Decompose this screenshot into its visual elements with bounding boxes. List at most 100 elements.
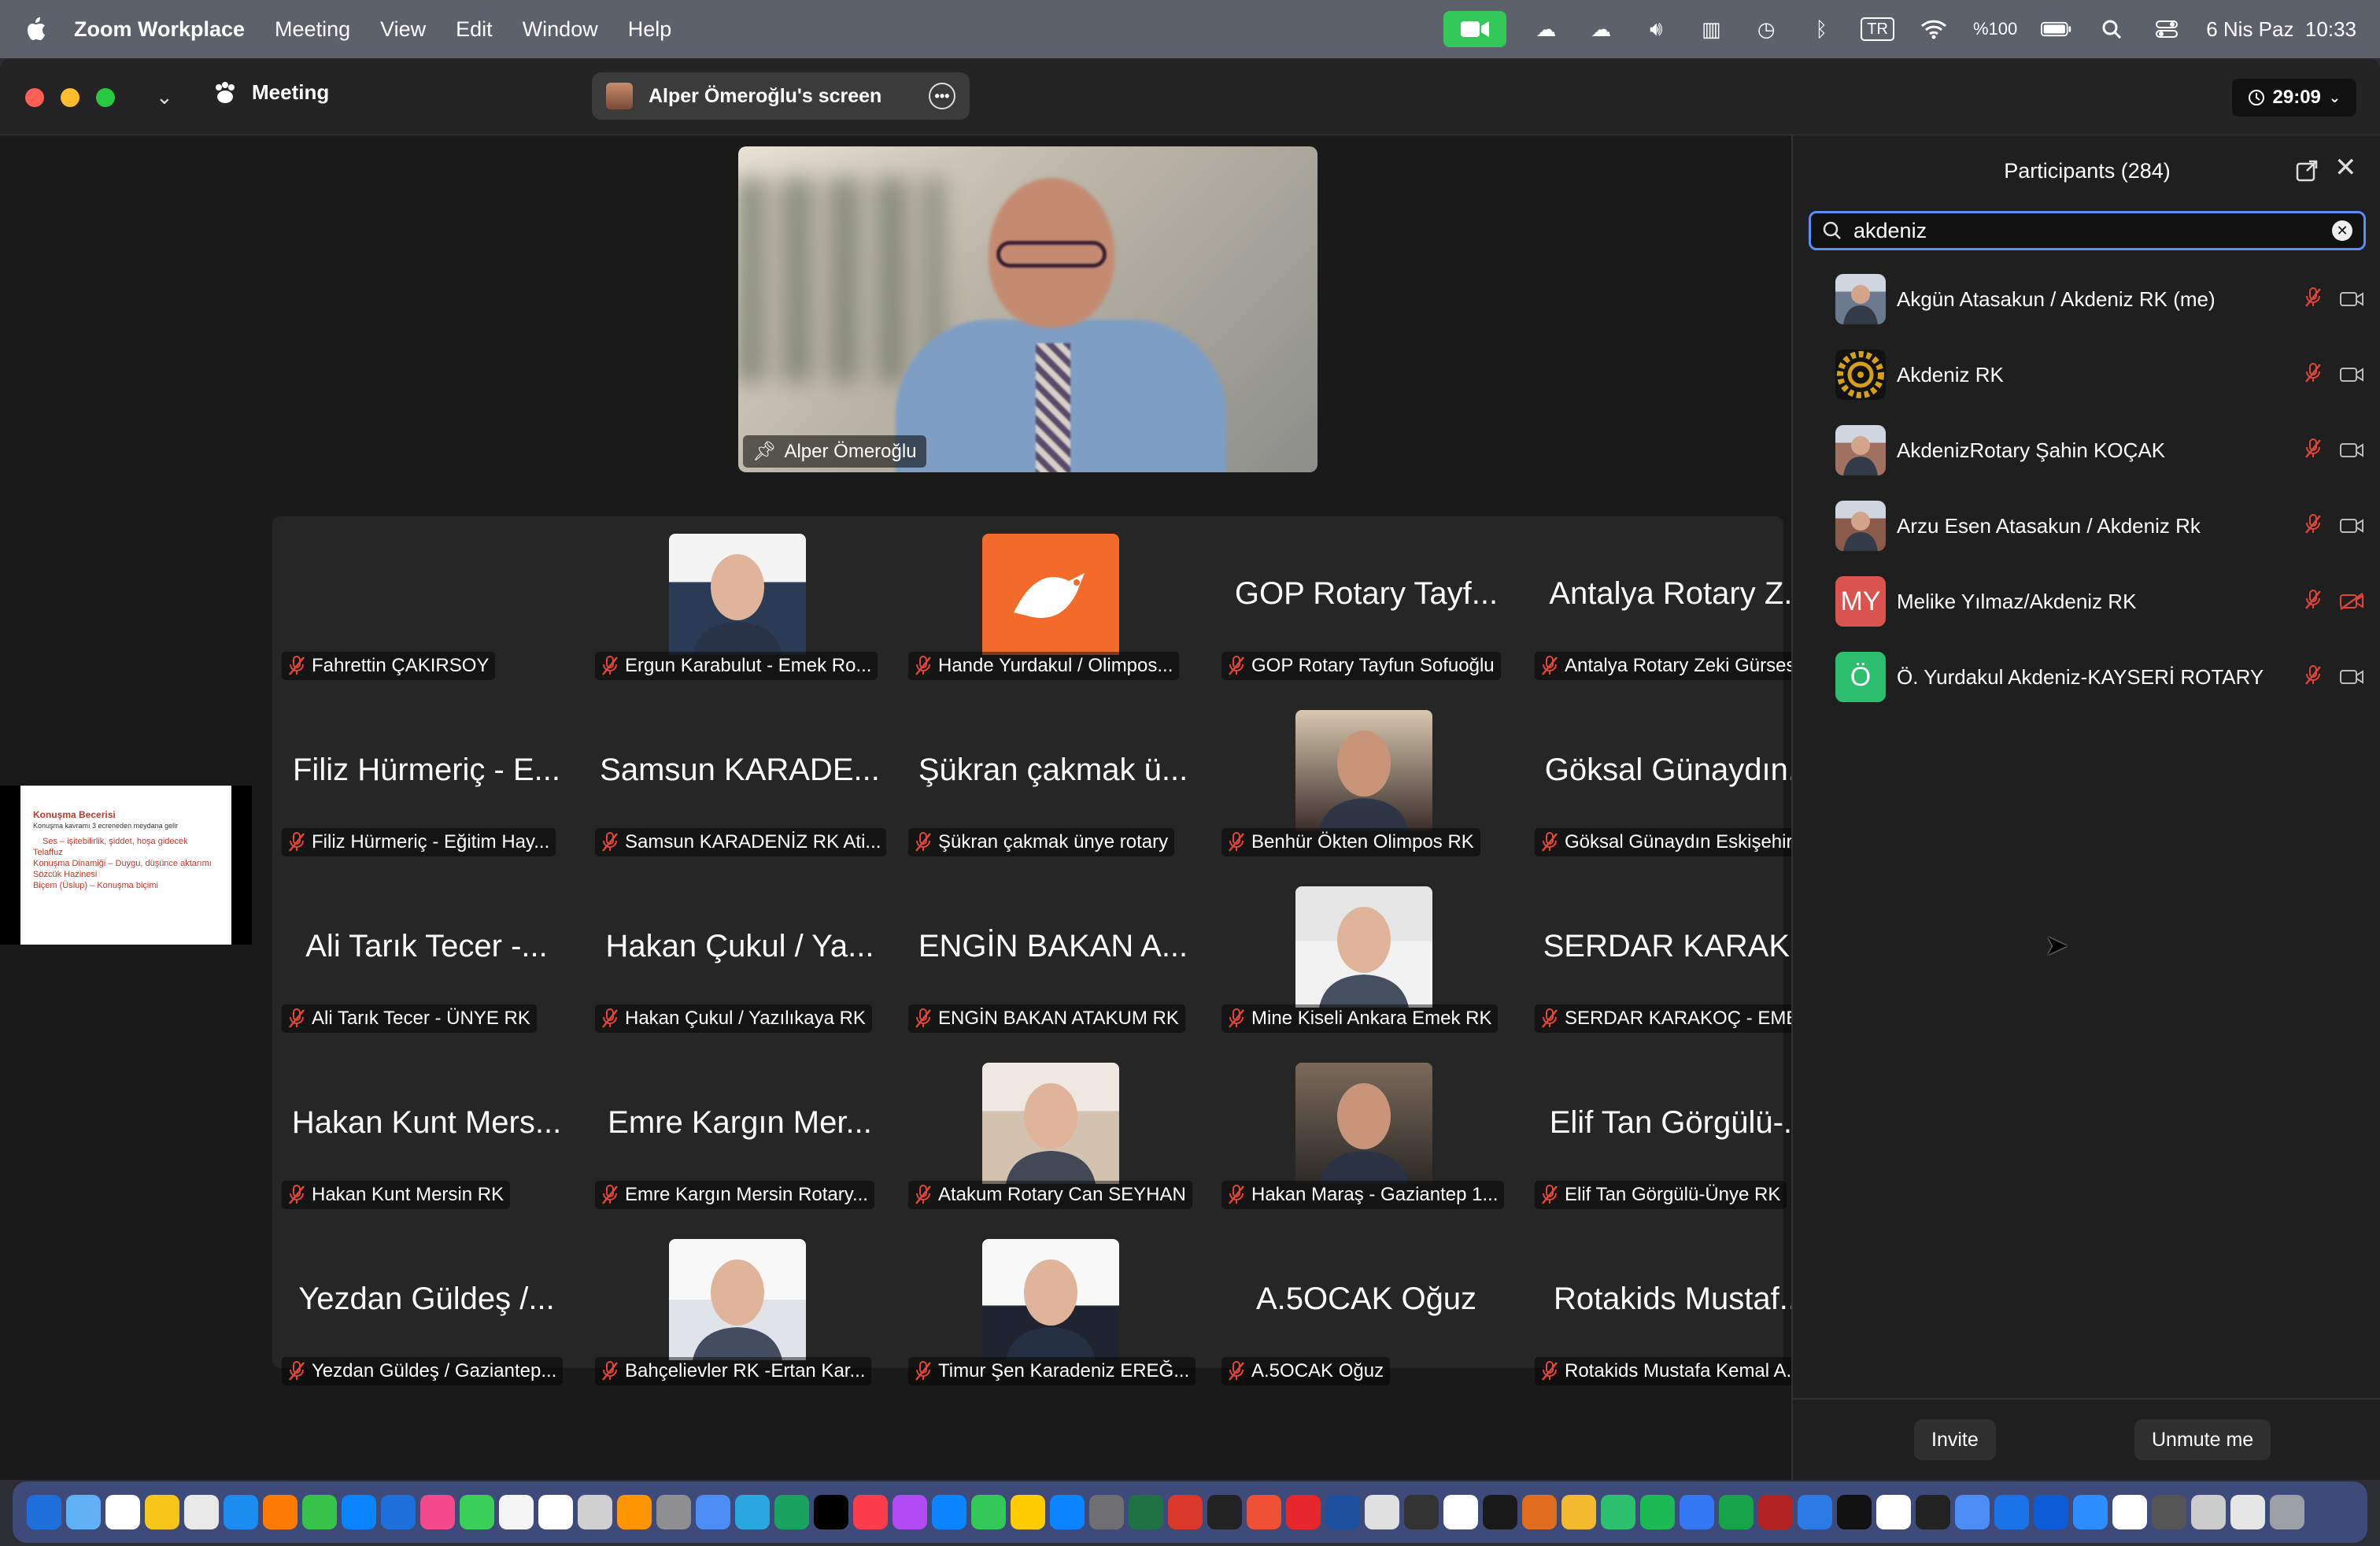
time-machine-icon[interactable]: ◷ xyxy=(1750,17,1782,41)
cloud-icon[interactable]: ☁ xyxy=(1530,17,1561,41)
menu-meeting[interactable]: Meeting xyxy=(275,17,350,42)
dock-app-icon[interactable] xyxy=(932,1495,966,1529)
participant-tile[interactable]: Ali Tarık Tecer -... Ali Tarık Tecer - ÜN… xyxy=(275,872,578,1042)
pop-out-icon[interactable] xyxy=(2295,159,2319,183)
dock-app-icon[interactable] xyxy=(1601,1495,1635,1529)
dock-app-icon[interactable] xyxy=(1089,1495,1124,1529)
clock[interactable]: 6 Nis Paz 10:33 xyxy=(2206,17,2356,42)
close-window-button[interactable] xyxy=(25,88,44,107)
participant-row[interactable]: Ö Ö. Yurdakul Akdeniz-KAYSERİ ROTARY xyxy=(1793,639,2380,715)
participant-row[interactable]: AkdenizRotary Şahin KOÇAK xyxy=(1793,412,2380,488)
participant-tile[interactable]: Hande Yurdakul / Olimpos... xyxy=(902,520,1204,690)
dock-app-icon[interactable] xyxy=(1247,1495,1281,1529)
invite-button[interactable]: Invite xyxy=(1914,1419,1996,1460)
dock-app-icon[interactable] xyxy=(1994,1495,2029,1529)
dock-app-icon[interactable] xyxy=(1011,1495,1045,1529)
dock-app-icon[interactable] xyxy=(1325,1495,1360,1529)
camera-off-icon[interactable] xyxy=(2339,592,2364,616)
menu-view[interactable]: View xyxy=(380,17,426,42)
dock-app-icon[interactable] xyxy=(2230,1495,2265,1529)
participant-tile[interactable]: Antalya Rotary Z... Antalya Rotary Zeki G… xyxy=(1528,520,1831,690)
participant-search[interactable]: ✕ xyxy=(1809,211,2366,250)
dock-app-icon[interactable] xyxy=(499,1495,534,1529)
menu-app-name[interactable]: Zoom Workplace xyxy=(74,17,245,42)
mic-muted-icon[interactable] xyxy=(2304,287,2322,314)
participant-tile[interactable]: Emre Kargın Mer... Emre Kargın Mersin Rot… xyxy=(589,1049,891,1219)
dock-app-icon[interactable] xyxy=(1168,1495,1203,1529)
dock-app-icon[interactable] xyxy=(971,1495,1006,1529)
camera-icon[interactable] xyxy=(2339,441,2364,465)
bluetooth-icon[interactable]: ᛒ xyxy=(1805,17,1837,41)
screen-share-indicator[interactable]: Alper Ömeroğlu's screen ••• xyxy=(592,72,970,120)
participant-tile[interactable]: Bahçelievler RK -Ertan Kar... xyxy=(589,1225,891,1395)
dock-app-icon[interactable] xyxy=(1916,1495,1950,1529)
menu-window[interactable]: Window xyxy=(523,17,598,42)
participant-tile[interactable]: Mine Kiseli Ankara Emek RK xyxy=(1215,872,1517,1042)
mic-muted-icon[interactable] xyxy=(2304,438,2322,465)
participant-tile[interactable]: Göksal Günaydın... Göksal Günaydın Eskişe… xyxy=(1528,696,1831,866)
meeting-timer[interactable]: 29:09 ⌄ xyxy=(2231,79,2356,117)
dock-app-icon[interactable] xyxy=(2270,1495,2304,1529)
dock-app-icon[interactable] xyxy=(2073,1495,2108,1529)
dock-app-icon[interactable] xyxy=(1719,1495,1754,1529)
dock-app-icon[interactable] xyxy=(1522,1495,1557,1529)
unmute-me-button[interactable]: Unmute me xyxy=(2134,1419,2271,1460)
mic-muted-icon[interactable] xyxy=(2304,513,2322,541)
dock-app-icon[interactable] xyxy=(853,1495,888,1529)
minimize-window-button[interactable] xyxy=(61,88,79,107)
participant-row[interactable]: Akgün Atasakun / Akdeniz RK (me) xyxy=(1793,261,2380,337)
zoom-status-icon[interactable] xyxy=(1443,11,1507,47)
participant-tile[interactable]: Elif Tan Görgülü-... Elif Tan Görgülü-Üny… xyxy=(1528,1049,1831,1219)
camera-icon[interactable] xyxy=(2339,365,2364,390)
participant-row[interactable]: Arzu Esen Atasakun / Akdeniz Rk xyxy=(1793,488,2380,564)
dock-app-icon[interactable] xyxy=(1876,1495,1911,1529)
keyboard-meter-icon[interactable]: ▥ xyxy=(1695,17,1727,41)
dock-app-icon[interactable] xyxy=(302,1495,337,1529)
dock-app-icon[interactable] xyxy=(1286,1495,1321,1529)
dock-app-icon[interactable] xyxy=(1955,1495,1990,1529)
camera-icon[interactable] xyxy=(2339,516,2364,541)
participant-tile[interactable]: Yezdan Güldeş /... Yezdan Güldeş / Gazian… xyxy=(275,1225,578,1395)
dock-app-icon[interactable] xyxy=(1561,1495,1596,1529)
participant-row[interactable]: Akdeniz RK xyxy=(1793,337,2380,412)
participant-tile[interactable]: Timur Şen Karadeniz EREĞ... xyxy=(902,1225,1204,1395)
participant-tile[interactable]: Hakan Kunt Mers... Hakan Kunt Mersin RK xyxy=(275,1049,578,1219)
menu-help[interactable]: Help xyxy=(628,17,672,42)
dock-app-icon[interactable] xyxy=(2112,1495,2147,1529)
dock-app-icon[interactable] xyxy=(342,1495,376,1529)
dock-app-icon[interactable] xyxy=(381,1495,416,1529)
chevron-down-icon[interactable]: ⌄ xyxy=(156,85,173,109)
dock-app-icon[interactable] xyxy=(1837,1495,1872,1529)
dock-app-icon[interactable] xyxy=(145,1495,179,1529)
mic-muted-icon[interactable] xyxy=(2304,362,2322,390)
more-options-icon[interactable]: ••• xyxy=(929,83,955,109)
dock-app-icon[interactable] xyxy=(105,1495,140,1529)
participant-row[interactable]: MY Melike Yılmaz/Akdeniz RK xyxy=(1793,564,2380,639)
dock-app-icon[interactable] xyxy=(1365,1495,1399,1529)
participant-tile[interactable]: Hakan Maraş - Gaziantep 1... xyxy=(1215,1049,1517,1219)
mic-muted-icon[interactable] xyxy=(2304,589,2322,616)
dock-app-icon[interactable] xyxy=(1640,1495,1675,1529)
participant-tile[interactable]: GOP Rotary Tayf... GOP Rotary Tayfun Sofu… xyxy=(1215,520,1517,690)
dock-app-icon[interactable] xyxy=(66,1495,101,1529)
apple-icon[interactable] xyxy=(24,15,47,43)
participant-tile[interactable]: Şükran çakmak ü... Şükran çakmak ünye rot… xyxy=(902,696,1204,866)
participant-tile[interactable]: ENGİN BAKAN A... ENGİN BAKAN ATAKUM RK xyxy=(902,872,1204,1042)
dock-app-icon[interactable] xyxy=(696,1495,730,1529)
dock-app-icon[interactable] xyxy=(2152,1495,2186,1529)
maximize-window-button[interactable] xyxy=(96,88,115,107)
camera-icon[interactable] xyxy=(2339,290,2364,314)
spotlight-icon[interactable] xyxy=(2096,17,2127,41)
meeting-info-button[interactable]: Meeting xyxy=(213,80,329,105)
participant-tile[interactable]: Filiz Hürmeriç - E... Filiz Hürmeriç - Eğ… xyxy=(275,696,578,866)
active-speaker-video[interactable]: 📌︎ Alper Ömeroğlu xyxy=(738,146,1318,472)
input-source-icon[interactable]: TR xyxy=(1861,17,1894,41)
participant-tile[interactable]: Rotakids Mustaf... Rotakids Mustafa Kemal… xyxy=(1528,1225,1831,1395)
control-center-icon[interactable] xyxy=(2151,17,2182,41)
participant-tile[interactable]: Atakum Rotary Can SEYHAN xyxy=(902,1049,1204,1219)
dock-app-icon[interactable] xyxy=(578,1495,612,1529)
dock-app-icon[interactable] xyxy=(224,1495,258,1529)
participant-tile[interactable]: A.5OCAK Oğuz A.5OCAK Oğuz xyxy=(1215,1225,1517,1395)
dock-app-icon[interactable] xyxy=(1758,1495,1793,1529)
cloud-2-icon[interactable]: ☁ xyxy=(1585,17,1617,41)
